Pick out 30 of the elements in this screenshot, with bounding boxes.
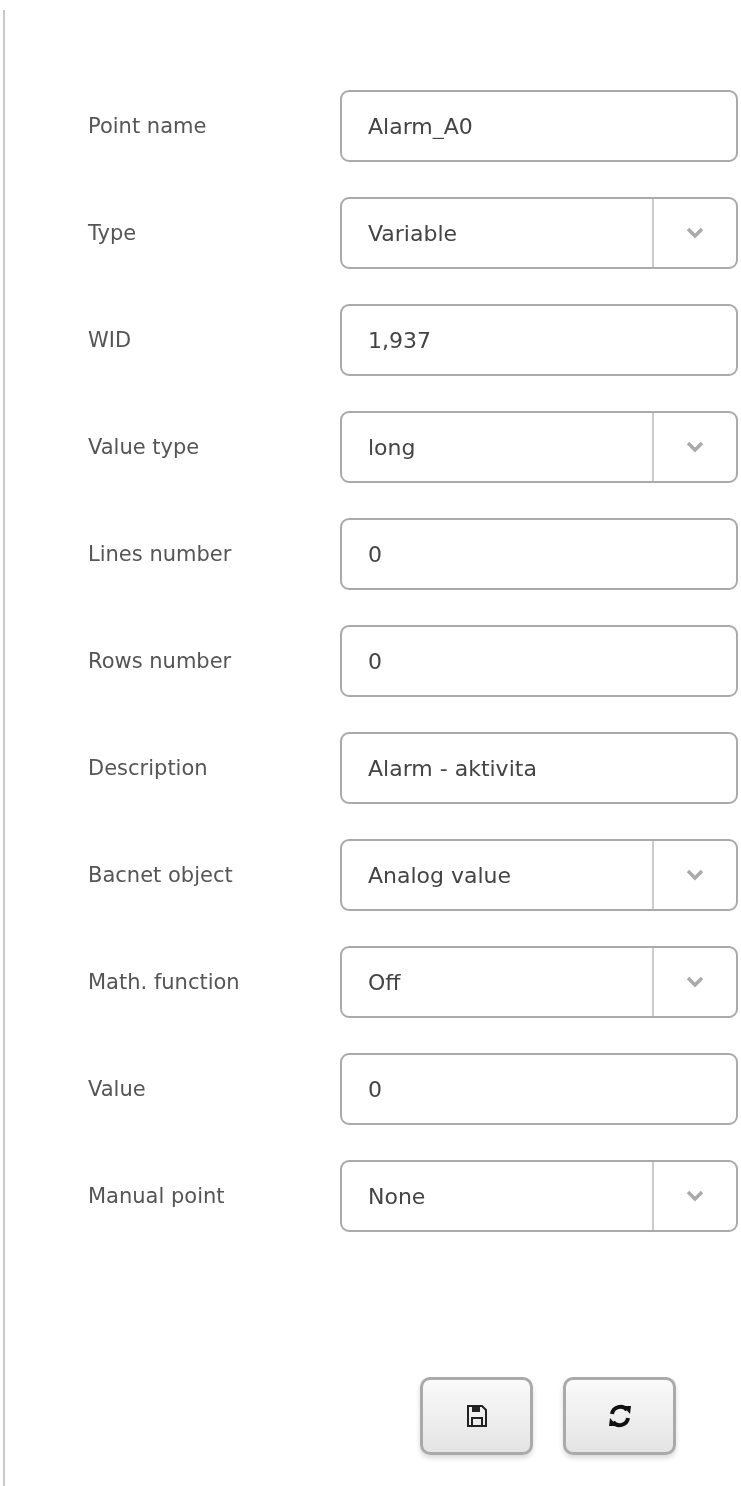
field-label: Bacnet object xyxy=(88,863,234,887)
field-label: Rows number xyxy=(88,649,233,673)
dropdown[interactable]: None xyxy=(340,1160,738,1232)
field-label: Type xyxy=(88,221,138,245)
chevron-down-icon xyxy=(686,869,704,881)
field-label: Math. function xyxy=(88,970,241,994)
dropdown[interactable]: Analog value xyxy=(340,839,738,911)
chevron-down-icon xyxy=(686,441,704,453)
field-label: Point name xyxy=(88,114,208,138)
dropdown[interactable]: Variable xyxy=(340,197,738,269)
refresh-icon xyxy=(606,1404,633,1428)
chevron-down-icon xyxy=(686,1190,704,1202)
chevron-down-icon xyxy=(686,227,704,239)
text-field[interactable]: 0 xyxy=(340,1053,738,1125)
text-field[interactable]: Alarm - aktivita xyxy=(340,732,738,804)
field-label: Value xyxy=(88,1077,147,1101)
field-label: WID xyxy=(88,328,133,352)
field-label: Manual point xyxy=(88,1184,226,1208)
field-label: Value type xyxy=(88,435,201,459)
text-field[interactable]: 1,937 xyxy=(340,304,738,376)
text-field[interactable]: 0 xyxy=(340,625,738,697)
chevron-down-icon xyxy=(686,976,704,988)
text-field[interactable]: 0 xyxy=(340,518,738,590)
field-label: Lines number xyxy=(88,542,233,566)
dropdown[interactable]: long xyxy=(340,411,738,483)
dropdown[interactable]: Off xyxy=(340,946,738,1018)
field-label: Description xyxy=(88,756,209,780)
save-button[interactable] xyxy=(420,1377,533,1455)
refresh-button[interactable] xyxy=(563,1377,676,1455)
text-field[interactable]: Alarm_A0 xyxy=(340,90,738,162)
